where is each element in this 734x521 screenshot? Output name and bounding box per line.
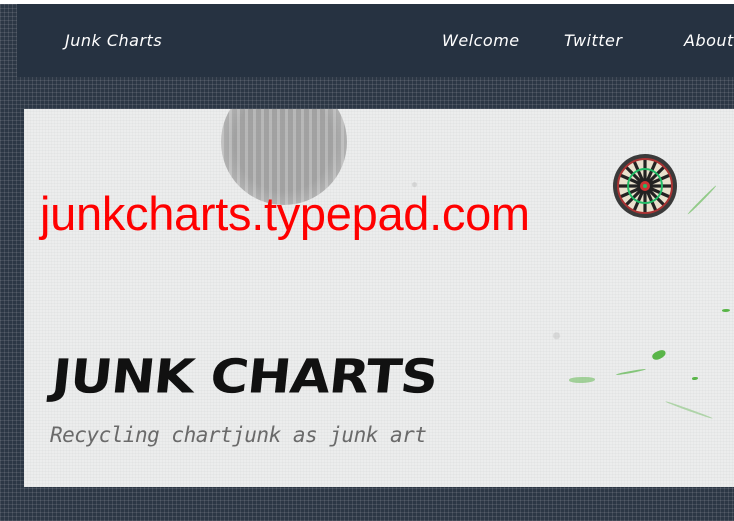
paint-splat xyxy=(569,377,595,383)
paint-splat xyxy=(665,400,713,420)
nav-link-about[interactable]: About xyxy=(684,31,734,50)
paint-splat xyxy=(651,348,667,362)
paint-splat xyxy=(687,185,717,215)
paint-splat xyxy=(616,368,646,376)
url-overlay-text: junkcharts.typepad.com xyxy=(40,187,530,240)
navbar: Junk Charts Welcome Twitter About xyxy=(17,4,734,77)
header-banner[interactable]: junkcharts.typepad.com JUNK CHARTS Recyc… xyxy=(24,109,734,487)
nav-link-welcome[interactable]: Welcome xyxy=(442,31,520,50)
site-title-logo: JUNK CHARTS xyxy=(49,350,440,404)
site-brand-link[interactable]: Junk Charts xyxy=(65,31,162,50)
paint-splat xyxy=(722,309,730,312)
site-tagline: Recycling chartjunk as junk art xyxy=(50,423,427,447)
nav-link-twitter[interactable]: Twitter xyxy=(564,31,622,50)
paint-splat xyxy=(692,377,698,380)
dartboard-icon xyxy=(613,154,677,218)
